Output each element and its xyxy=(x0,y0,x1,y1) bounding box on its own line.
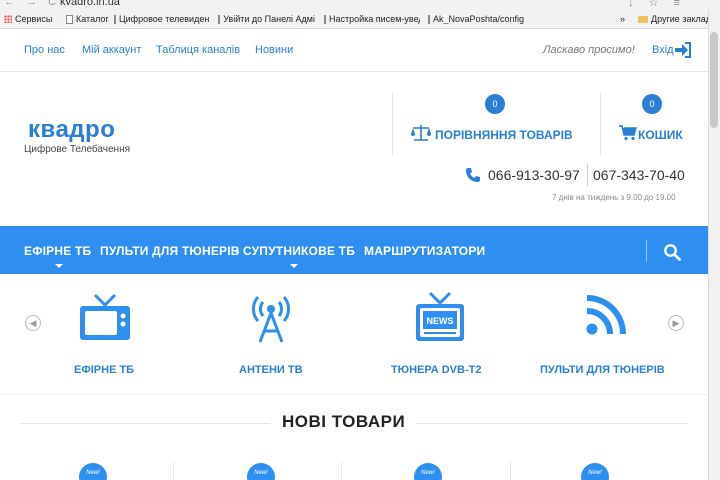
site-logo[interactable]: квадро xyxy=(28,116,115,144)
compare-count-badge: 0 xyxy=(485,94,505,114)
welcome-text: Ласкаво просимо! xyxy=(543,44,635,56)
category-antennas[interactable]: АНТЕНИ ТВ xyxy=(208,285,338,385)
phone-number[interactable]: 066-913-30-97 xyxy=(488,167,580,183)
main-nav-routers[interactable]: МАРШРУТИЗАТОРИ xyxy=(364,244,485,258)
folder-icon xyxy=(638,15,648,23)
section-divider xyxy=(0,394,708,395)
phone-number[interactable]: 067-343-70-40 xyxy=(593,167,685,183)
new-badge: New! xyxy=(414,463,442,480)
category-remotes[interactable]: ПУЛЬТИ ДЛЯ ТЮНЕРІВ xyxy=(538,285,688,385)
product-divider xyxy=(341,462,342,480)
rss-icon xyxy=(586,295,626,335)
bookmark-services[interactable]: Сервисы xyxy=(4,14,52,24)
bookmark-admin-login[interactable]: Увійти до Панелі Адмі xyxy=(218,14,315,24)
new-badge: New! xyxy=(581,463,609,480)
bookmark-label: Ak_NovaPoshta/config xyxy=(433,14,524,24)
page-icon xyxy=(114,14,116,24)
phone-divider xyxy=(587,164,588,186)
cart-link[interactable]: КОШИК xyxy=(638,128,683,142)
scales-icon xyxy=(411,125,431,141)
carousel-prev-button[interactable]: ◀ xyxy=(25,315,41,331)
bookmark-label: Увійти до Панелі Адмі xyxy=(223,14,315,24)
category-broadcast-tv[interactable]: ЕФІРНЕ ТБ xyxy=(40,285,170,385)
browser-actions[interactable]: ↓ ☆ ≡ xyxy=(628,0,686,9)
bookmark-label: Цифровое телевиден xyxy=(119,14,209,24)
header-divider xyxy=(600,93,601,155)
category-tuners[interactable]: NEWS ТЮНЕРА DVB-T2 xyxy=(378,285,508,385)
bookmark-label: Настройка писем-увед xyxy=(329,14,420,24)
bookmark-label: Каталог xyxy=(76,14,109,24)
new-products-heading: НОВІ ТОВАРИ xyxy=(270,412,418,432)
category-label: ТЮНЕРА DVB-T2 xyxy=(391,364,482,376)
phone-icon xyxy=(466,168,480,182)
working-hours: 7 днів на тиждень з 9.00 до 19.00 xyxy=(552,193,676,202)
nav-my-account[interactable]: Мій аккаунт xyxy=(82,44,141,56)
bookmark-label: Сервисы xyxy=(15,14,53,24)
bookmark-email-settings[interactable]: Настройка писем-увед xyxy=(324,14,420,24)
chevron-down-icon xyxy=(55,264,63,268)
bookmark-novaposhta[interactable]: Ak_NovaPoshta/config xyxy=(428,14,524,24)
bookmark-catalog[interactable]: Каталог xyxy=(66,14,109,24)
category-label: ЕФІРНЕ ТБ xyxy=(74,364,135,376)
new-badge: New! xyxy=(79,463,107,480)
page-icon xyxy=(428,14,430,24)
browser-nav-buttons[interactable]: ← → C xyxy=(4,0,60,8)
bookmarks-overflow[interactable]: » xyxy=(620,14,625,24)
page-icon xyxy=(324,14,326,24)
apps-icon xyxy=(4,15,12,23)
nav-channel-table[interactable]: Таблиця каналів xyxy=(156,44,240,56)
cart-count-badge: 0 xyxy=(642,94,662,114)
sign-in-icon[interactable] xyxy=(674,42,692,58)
main-nav-satellite-tv[interactable]: • СУПУТНИКОВЕ ТБ xyxy=(235,244,355,258)
bookmarks-bar: Сервисы Каталог Цифровое телевиден Увійт… xyxy=(0,10,720,29)
product-divider xyxy=(510,462,511,480)
category-label: ПУЛЬТИ ДЛЯ ТЮНЕРІВ xyxy=(540,364,665,376)
nav-divider xyxy=(646,240,647,262)
chevron-down-icon xyxy=(290,264,298,268)
nav-news[interactable]: Новини xyxy=(255,44,293,56)
top-divider xyxy=(0,71,708,72)
cart-icon xyxy=(619,125,637,141)
logo-tagline: Цифрове Телебачення xyxy=(24,144,131,155)
login-link[interactable]: Вхід xyxy=(652,44,674,56)
main-nav-remotes[interactable]: ПУЛЬТИ ДЛЯ ТЮНЕРІВ xyxy=(100,244,240,258)
product-divider xyxy=(173,462,174,480)
svg-text:NEWS: NEWS xyxy=(427,316,454,326)
bookmark-digital-tv[interactable]: Цифровое телевиден xyxy=(114,14,209,24)
compare-link[interactable]: ПОРІВНЯННЯ ТОВАРІВ xyxy=(435,128,573,142)
page-icon xyxy=(218,14,221,24)
header-divider xyxy=(392,93,393,155)
search-icon[interactable] xyxy=(663,243,681,261)
scrollbar-thumb[interactable] xyxy=(710,32,718,128)
category-label: АНТЕНИ ТВ xyxy=(239,364,303,376)
new-badge: New! xyxy=(247,463,275,480)
address-bar[interactable]: kvadro.in.ua xyxy=(60,0,120,8)
main-nav-broadcast-tv[interactable]: ЕФІРНЕ ТБ xyxy=(24,244,91,258)
browser-toolbar: ← → C kvadro.in.ua ↓ ☆ ≡ xyxy=(0,0,720,10)
antenna-icon xyxy=(251,296,291,343)
tv-icon xyxy=(80,293,130,340)
nav-about[interactable]: Про нас xyxy=(24,44,65,56)
news-tv-icon: NEWS xyxy=(416,291,464,341)
page-icon xyxy=(66,14,73,24)
